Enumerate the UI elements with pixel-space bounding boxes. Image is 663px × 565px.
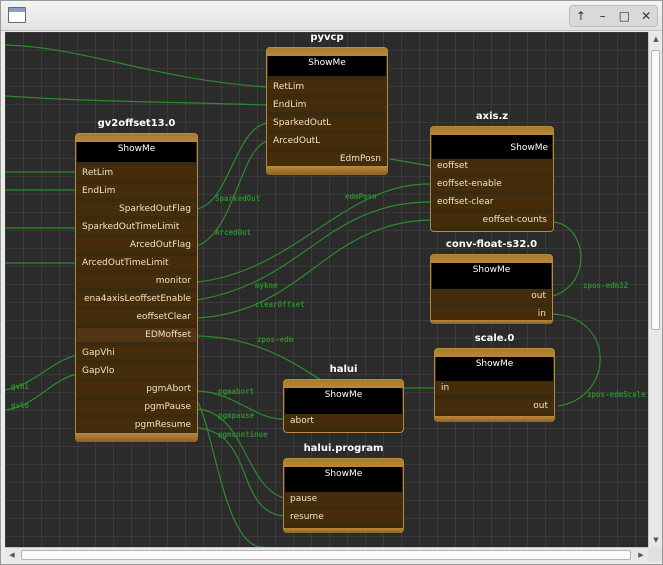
signal-label-zpos-edm: zpos-edm <box>257 335 294 344</box>
vertical-scroll-thumb[interactable] <box>651 50 660 330</box>
maximize-icon[interactable]: □ <box>615 7 633 25</box>
port-sparkedoutflag[interactable]: SparkedOutFlag <box>77 202 196 216</box>
signal-label-gvhi: gvhi <box>11 382 30 391</box>
minimize-icon[interactable]: – <box>594 7 612 25</box>
scroll-right-arrow-icon[interactable]: ▶ <box>634 548 648 562</box>
wire-edmposn <box>389 158 432 167</box>
port-pgmpause[interactable]: pgmPause <box>77 400 196 414</box>
port-pgmabort[interactable]: pgmAbort <box>77 382 196 396</box>
port-edmoffset[interactable]: EDMoffset <box>77 328 196 342</box>
signal-label-enable: mykne <box>255 281 278 290</box>
port-pgmresume[interactable]: pgmResume <box>77 418 196 432</box>
node-title: conv-float-s32.0 <box>445 239 538 250</box>
port-pause[interactable]: pause <box>285 492 402 506</box>
node-halui[interactable]: halui ShowMe abort <box>283 364 404 433</box>
port-out[interactable]: out <box>436 399 553 413</box>
node-axis-z[interactable]: axis.z ShowMe eoffset eoffset-enable eof… <box>430 111 554 232</box>
port-endlim[interactable]: EndLim <box>268 98 386 112</box>
scroll-up-arrow-icon[interactable]: ▲ <box>649 32 663 46</box>
scrollbar-corner <box>648 547 662 562</box>
node-halui-program[interactable]: halui.program ShowMe pause resume <box>283 443 404 533</box>
port-gapvhi[interactable]: GapVhi <box>77 346 196 360</box>
showme-button[interactable]: ShowMe <box>285 388 402 414</box>
signal-label-pgmpause: pgmpause <box>218 411 255 420</box>
signal-label-zpos-edm32: zpos-edm32 <box>583 281 629 290</box>
showme-button[interactable]: ShowMe <box>285 467 402 493</box>
port-in[interactable]: in <box>436 381 553 395</box>
showme-button[interactable]: ShowMe <box>77 142 196 162</box>
signal-label-edmposn: edmPosn <box>345 192 377 201</box>
up-arrow-icon[interactable]: ↑ <box>572 7 590 25</box>
node-graph-canvas[interactable]: SparkedOut ArcedOut edmPosn mykne clearO… <box>5 32 648 547</box>
port-eoffset-clear[interactable]: eoffset-clear <box>432 195 552 209</box>
signal-label-pgmcontinue: pgmcontinue <box>218 430 268 439</box>
node-scale[interactable]: scale.0 ShowMe in out <box>434 333 555 422</box>
signal-label-sparkedout: SparkedOut <box>215 194 261 203</box>
node-gv2offset[interactable]: gv2offset13.0 ShowMe RetLim EndLim Spark… <box>75 118 198 442</box>
node-title: gv2offset13.0 <box>97 118 176 129</box>
scroll-down-arrow-icon[interactable]: ▼ <box>649 533 663 547</box>
showme-button[interactable]: ShowMe <box>268 56 386 76</box>
showme-label: ShowMe <box>510 143 548 153</box>
showme-button[interactable]: ShowMe <box>432 263 551 289</box>
wire-retlim-top <box>5 44 269 88</box>
port-arcedouttimelimit[interactable]: ArcedOutTimeLimit <box>77 256 196 270</box>
port-ena4axisleoffsetenable[interactable]: ena4axisLeoffsetEnable <box>77 292 196 306</box>
signal-label-clear: clearOffset <box>255 300 305 309</box>
node-pyvcp[interactable]: pyvcp ShowMe RetLim EndLim SparkedOutL A… <box>266 32 388 175</box>
port-out[interactable]: out <box>432 289 551 303</box>
window-controls: ↑ – □ ✕ <box>569 5 658 27</box>
wire-abort-down <box>196 400 265 547</box>
showme-button[interactable]: ShowMe <box>432 135 552 161</box>
node-title: pyvcp <box>310 32 344 43</box>
port-eoffset-enable[interactable]: eoffset-enable <box>432 177 552 191</box>
node-title: halui <box>329 364 358 375</box>
port-retlim[interactable]: RetLim <box>268 80 386 94</box>
node-title: scale.0 <box>474 333 515 344</box>
port-monitor[interactable]: monitor <box>77 274 196 288</box>
signal-label-gvlo: gvlo <box>11 401 30 410</box>
horizontal-scrollbar[interactable]: ◀ ▶ <box>5 547 648 562</box>
port-arcedoutflag[interactable]: ArcedOutFlag <box>77 238 196 252</box>
port-sparkedouttimelimit[interactable]: SparkedOutTimeLimit <box>77 220 196 234</box>
wire-endlim-top <box>5 95 269 106</box>
port-eoffsetclear[interactable]: eoffsetClear <box>77 310 196 324</box>
port-eoffset-counts[interactable]: eoffset-counts <box>432 213 552 227</box>
port-arcedoutl[interactable]: ArcedOutL <box>268 134 386 148</box>
port-sparkedoutl[interactable]: SparkedOutL <box>268 116 386 130</box>
port-abort[interactable]: abort <box>285 414 402 428</box>
node-conv-float-s32[interactable]: conv-float-s32.0 ShowMe out in <box>430 239 553 324</box>
port-resume[interactable]: resume <box>285 510 402 524</box>
wire-counts <box>552 221 582 297</box>
vertical-scrollbar[interactable]: ▲ ▼ <box>648 32 662 547</box>
signal-label-arcedout: ArcedOut <box>215 228 252 237</box>
port-endlim[interactable]: EndLim <box>77 184 196 198</box>
app-window-icon <box>8 7 26 23</box>
signal-label-zpos-edmscale: zpos-edmScale <box>587 390 646 399</box>
close-icon[interactable]: ✕ <box>637 7 655 25</box>
port-edmposn[interactable]: EdmPosn <box>268 152 386 166</box>
port-retlim[interactable]: RetLim <box>77 166 196 180</box>
app-window: ↑ – □ ✕ SparkedOut ArcedOut edmPosn mykn… <box>0 0 663 565</box>
node-title: axis.z <box>475 111 509 122</box>
wire-enable <box>196 201 432 301</box>
showme-button[interactable]: ShowMe <box>436 357 553 383</box>
wire-pgmpause <box>196 408 285 499</box>
node-title: halui.program <box>303 443 384 454</box>
port-gapvlo[interactable]: GapVlo <box>77 364 196 378</box>
port-eoffset[interactable]: eoffset <box>432 159 552 173</box>
signal-label-pgmabort: pgmabort <box>218 387 255 396</box>
scroll-left-arrow-icon[interactable]: ◀ <box>5 548 19 562</box>
horizontal-scroll-thumb[interactable] <box>21 550 631 560</box>
port-in[interactable]: in <box>432 307 551 321</box>
title-bar[interactable]: ↑ – □ ✕ <box>1 1 662 31</box>
